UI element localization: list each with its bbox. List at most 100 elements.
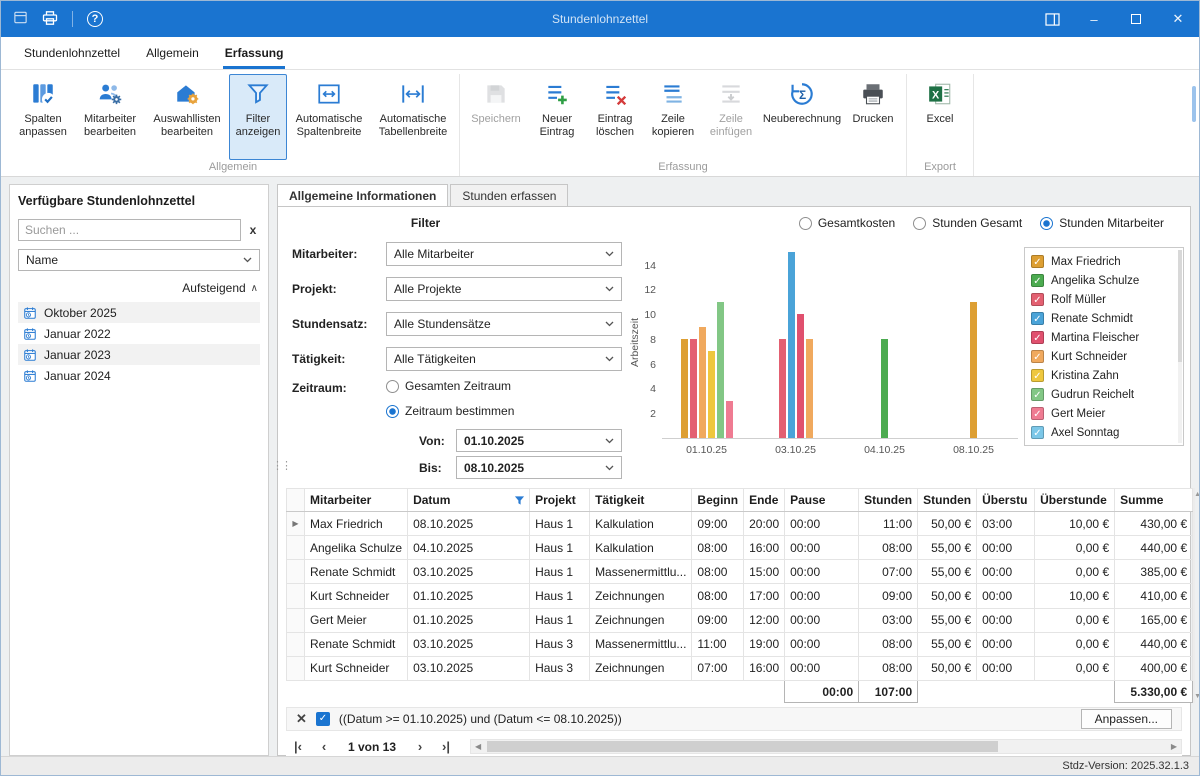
cell[interactable]: 03.10.2025 [408, 656, 530, 680]
cell[interactable]: 55,00 € [918, 560, 977, 584]
cell[interactable]: 00:00 [977, 632, 1035, 656]
legend-checkbox[interactable]: ✓ [1031, 312, 1044, 325]
scroll-right-icon[interactable]: ▶ [1167, 740, 1181, 753]
cell[interactable]: Gert Meier [305, 608, 408, 632]
tab-stundenlohnzettel[interactable]: Stundenlohnzettel [11, 37, 133, 69]
list-item[interactable]: Oktober 2025 [18, 302, 260, 323]
cell[interactable]: 19:00 [744, 632, 785, 656]
gesamten-zeitraum-radio[interactable]: Gesamten Zeitraum [386, 379, 511, 393]
clear-search-button[interactable]: x [246, 223, 260, 237]
stundensatz-select[interactable]: Alle Stundensätze [386, 312, 622, 336]
cell[interactable]: 00:00 [977, 584, 1035, 608]
filter-anzeigen-button[interactable]: Filter anzeigen [229, 74, 287, 160]
cell[interactable]: 03:00 [859, 608, 918, 632]
eintrag-loeschen-button[interactable]: Eintrag löschen [586, 74, 644, 160]
cell[interactable]: 04.10.2025 [408, 536, 530, 560]
table-row[interactable]: Renate Schmidt03.10.2025Haus 3Massenermi… [287, 632, 1193, 656]
legend-item[interactable]: ✓Kristina Zahn [1031, 366, 1173, 385]
cell[interactable]: 00:00 [785, 656, 859, 680]
cell[interactable]: 08:00 [859, 536, 918, 560]
cell[interactable]: 00:00 [977, 608, 1035, 632]
cell[interactable]: 08:00 [692, 584, 744, 608]
legend-checkbox[interactable]: ✓ [1031, 426, 1044, 439]
legend-checkbox[interactable]: ✓ [1031, 274, 1044, 287]
cell[interactable]: 00:00 [977, 536, 1035, 560]
bis-date-select[interactable]: 08.10.2025 [456, 456, 622, 479]
zeile-einfuegen-button[interactable]: Zeile einfügen [702, 74, 760, 160]
legend-item[interactable]: ✓Gudrun Reichelt [1031, 385, 1173, 404]
sort-order-button[interactable]: Aufsteigend ∧ [18, 277, 260, 302]
cell[interactable]: Haus 1 [530, 536, 590, 560]
column-header[interactable]: Tätigkeit [590, 489, 692, 512]
legend-item[interactable]: ✓Martina Fleischer [1031, 328, 1173, 347]
column-header[interactable]: Mitarbeiter [305, 489, 408, 512]
filter-enabled-checkbox[interactable]: ✓ [316, 712, 330, 726]
table-row[interactable]: Kurt Schneider03.10.2025Haus 3Zeichnunge… [287, 656, 1193, 680]
panel-layout-icon[interactable] [1031, 1, 1073, 37]
cell[interactable]: 09:00 [859, 584, 918, 608]
cell[interactable]: 55,00 € [918, 608, 977, 632]
ribbon-scroll-indicator[interactable] [1192, 86, 1196, 122]
column-header[interactable]: Pause [785, 489, 859, 512]
neuberechnung-button[interactable]: Σ Neuberechnung [760, 74, 844, 160]
column-header[interactable]: Überstu [977, 489, 1035, 512]
cell[interactable]: 0,00 € [1035, 536, 1115, 560]
stunden-mitarbeiter-radio[interactable]: Stunden Mitarbeiter [1040, 216, 1164, 230]
cell[interactable]: 16:00 [744, 536, 785, 560]
drucken-button[interactable]: Drucken [844, 74, 902, 160]
maximize-button[interactable] [1115, 1, 1157, 37]
cell[interactable]: 00:00 [785, 632, 859, 656]
cell[interactable]: 00:00 [785, 560, 859, 584]
cell[interactable]: Haus 1 [530, 584, 590, 608]
von-date-select[interactable]: 01.10.2025 [456, 429, 622, 452]
cell[interactable]: 01.10.2025 [408, 608, 530, 632]
column-header[interactable]: Ende [744, 489, 785, 512]
cell[interactable]: 07:00 [859, 560, 918, 584]
legend-item[interactable]: ✓Axel Sonntag [1031, 423, 1173, 442]
speichern-button[interactable]: Speichern [464, 74, 528, 160]
cell[interactable]: 16:00 [744, 656, 785, 680]
cell[interactable]: Massenermittlu... [590, 560, 692, 584]
cell[interactable]: 17:00 [744, 584, 785, 608]
cell[interactable]: 00:00 [785, 608, 859, 632]
sort-field-select[interactable]: Name [18, 249, 260, 271]
cell[interactable]: Massenermittlu... [590, 632, 692, 656]
neuer-eintrag-button[interactable]: Neuer Eintrag [528, 74, 586, 160]
cell[interactable]: Kurt Schneider [305, 584, 408, 608]
printer-icon[interactable] [42, 10, 58, 29]
list-item[interactable]: Januar 2023 [18, 344, 260, 365]
cell[interactable]: Kurt Schneider [305, 656, 408, 680]
cell[interactable]: 09:00 [692, 608, 744, 632]
cell[interactable]: 00:00 [785, 512, 859, 536]
stunden-gesamt-radio[interactable]: Stunden Gesamt [913, 216, 1022, 230]
cell[interactable]: 10,00 € [1035, 512, 1115, 536]
column-header[interactable]: Stunden [918, 489, 977, 512]
legend-checkbox[interactable]: ✓ [1031, 369, 1044, 382]
cell[interactable]: 55,00 € [918, 536, 977, 560]
gesamtkosten-radio[interactable]: Gesamtkosten [799, 216, 895, 230]
cell[interactable]: 0,00 € [1035, 632, 1115, 656]
list-item[interactable]: Januar 2024 [18, 365, 260, 386]
projekt-select[interactable]: Alle Projekte [386, 277, 622, 301]
zeitraum-bestimmen-radio[interactable]: Zeitraum bestimmen [386, 404, 514, 418]
auto-spaltenbreite-button[interactable]: Automatische Spaltenbreite [287, 74, 371, 160]
legend-item[interactable]: ✓Angelika Schulze [1031, 271, 1173, 290]
cell[interactable]: 10,00 € [1035, 584, 1115, 608]
cell[interactable]: 00:00 [977, 656, 1035, 680]
cell[interactable]: 385,00 € [1115, 560, 1193, 584]
cell[interactable]: 11:00 [859, 512, 918, 536]
column-filter-funnel-icon[interactable] [514, 495, 525, 509]
mitarbeiter-bearbeiten-button[interactable]: Mitarbeiter bearbeiten [75, 74, 145, 160]
cell[interactable]: 400,00 € [1115, 656, 1193, 680]
cell[interactable]: Haus 1 [530, 512, 590, 536]
cell[interactable]: Haus 3 [530, 656, 590, 680]
legend-item[interactable]: ✓Gert Meier [1031, 404, 1173, 423]
help-icon[interactable]: ? [87, 11, 103, 27]
legend-checkbox[interactable]: ✓ [1031, 388, 1044, 401]
cell[interactable]: Kalkulation [590, 512, 692, 536]
cell[interactable]: 0,00 € [1035, 560, 1115, 584]
cell[interactable]: Zeichnungen [590, 584, 692, 608]
legend-item[interactable]: ✓Kurt Schneider [1031, 347, 1173, 366]
cell[interactable]: 08:00 [692, 536, 744, 560]
last-record-button[interactable]: ›| [434, 737, 458, 757]
